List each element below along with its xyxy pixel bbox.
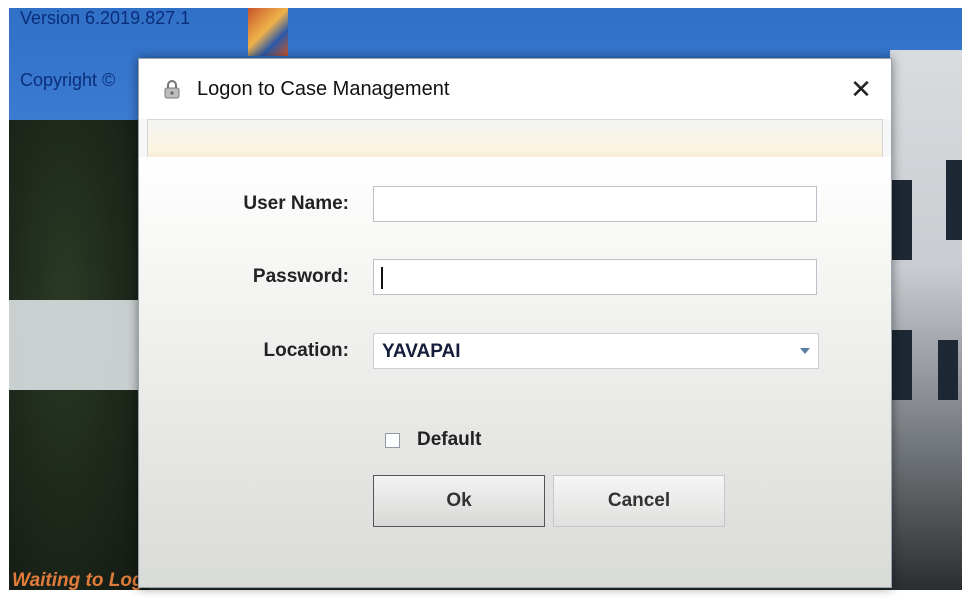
location-label: Location: [263, 340, 350, 361]
location-select[interactable]: YAVAPAI [373, 333, 819, 369]
default-checkbox-label: Default [417, 429, 482, 450]
password-label: Password: [252, 266, 349, 287]
text-cursor [381, 267, 383, 289]
right-border [962, 0, 972, 598]
cancel-button[interactable]: Cancel [553, 475, 725, 527]
username-label: User Name: [243, 193, 349, 214]
building-image [890, 50, 966, 590]
dialog-titlebar[interactable]: Logon to Case Management ✕ [139, 59, 891, 119]
username-row: User Name: [139, 184, 891, 224]
dialog-title: Logon to Case Management [197, 77, 450, 100]
dialog-banner [147, 119, 883, 158]
version-text: Version 6.2019.827.1 [20, 8, 191, 28]
building-window [938, 340, 958, 400]
close-icon: ✕ [850, 73, 872, 104]
password-input[interactable] [373, 259, 817, 295]
left-border [0, 0, 9, 598]
chevron-down-icon[interactable] [792, 334, 818, 368]
logon-form: User Name: Password: Location: YAVAPAI D… [139, 157, 891, 587]
building-wall-image [9, 300, 139, 390]
building-window [890, 330, 912, 400]
default-checkbox[interactable] [385, 432, 400, 448]
flag-image [248, 8, 288, 56]
building-window [890, 180, 912, 260]
lock-icon [161, 78, 183, 100]
username-input[interactable] [373, 186, 817, 222]
password-row: Password: [139, 257, 891, 297]
close-button[interactable]: ✕ [841, 71, 881, 107]
logon-dialog: Logon to Case Management ✕ User Name: Pa… [138, 58, 892, 588]
location-value: YAVAPAI [382, 341, 461, 362]
location-row: Location: YAVAPAI [139, 331, 891, 371]
default-checkbox-row[interactable]: Default [385, 429, 481, 451]
top-border [0, 0, 972, 8]
ok-button[interactable]: Ok [373, 475, 545, 527]
copyright-text: Copyright © [20, 70, 116, 90]
